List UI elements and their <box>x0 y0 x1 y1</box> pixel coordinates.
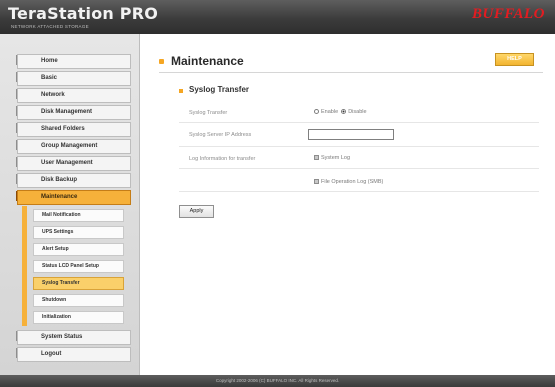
syslog-server-ip-input[interactable] <box>308 129 394 140</box>
log-info-label: Log Information for transfer <box>189 156 256 162</box>
disable-radio-label: Disable <box>348 109 367 115</box>
sidebar-item-shared-folders[interactable]: Shared Folders <box>17 122 131 137</box>
file-operation-log-label: File Operation Log (SMB) <box>321 179 384 185</box>
sidebar-subitem-ups-settings[interactable]: UPS Settings <box>33 226 124 239</box>
sidebar-item-user-management[interactable]: User Management <box>17 156 131 171</box>
sidebar-item-logout[interactable]: Logout <box>17 347 131 362</box>
sidebar: Home Basic Network Disk Management Share… <box>0 34 140 375</box>
main-content: Maintenance HELP Syslog Transfer Syslog … <box>141 34 555 375</box>
sidebar-item-group-management[interactable]: Group Management <box>17 139 131 154</box>
row-divider <box>179 168 539 169</box>
sidebar-item-maintenance[interactable]: Maintenance <box>17 190 131 205</box>
system-log-option: System Log <box>314 155 350 161</box>
vendor-logo: BUFFALO <box>472 6 545 22</box>
title-bullet-icon <box>159 59 164 64</box>
disable-radio[interactable] <box>341 109 347 114</box>
row-divider <box>179 122 539 123</box>
row-divider <box>179 191 539 192</box>
sidebar-subitem-alert-setup[interactable]: Alert Setup <box>33 243 124 256</box>
submenu-rail <box>22 206 27 326</box>
help-button[interactable]: HELP <box>495 53 534 66</box>
sidebar-subitem-syslog-transfer[interactable]: Syslog Transfer <box>33 277 124 290</box>
brand-subtitle: NETWORK ATTACHED STORAGE <box>11 24 89 29</box>
sidebar-subitem-initialization[interactable]: Initialization <box>33 311 124 324</box>
brand-logo: TeraStation PRO <box>8 4 159 23</box>
footer: Copyright 2002-2006 (C) BUFFALO INC. All… <box>0 375 555 387</box>
section-bullet-icon <box>179 89 183 93</box>
row-divider <box>179 146 539 147</box>
syslog-transfer-label: Syslog Transfer <box>189 110 228 116</box>
system-log-label: System Log <box>321 155 351 161</box>
server-ip-label: Syslog Server IP Address <box>189 132 252 138</box>
sidebar-subitem-shutdown[interactable]: Shutdown <box>33 294 124 307</box>
enable-radio[interactable] <box>314 109 319 114</box>
sidebar-subitem-status-lcd-panel-setup[interactable]: Status LCD Panel Setup <box>33 260 124 273</box>
sidebar-item-home[interactable]: Home <box>17 54 131 69</box>
sidebar-item-disk-management[interactable]: Disk Management <box>17 105 131 120</box>
title-divider <box>159 72 543 73</box>
sidebar-item-basic[interactable]: Basic <box>17 71 131 86</box>
page-title: Maintenance <box>171 54 244 68</box>
header-bar: TeraStation PRO NETWORK ATTACHED STORAGE… <box>0 0 555 34</box>
file-operation-log-checkbox[interactable] <box>314 179 319 184</box>
sidebar-item-disk-backup[interactable]: Disk Backup <box>17 173 131 188</box>
syslog-transfer-options: Enable Disable <box>314 109 367 115</box>
sidebar-item-system-status[interactable]: System Status <box>17 330 131 345</box>
section-title: Syslog Transfer <box>189 85 250 94</box>
enable-radio-label: Enable <box>321 109 339 115</box>
sidebar-subitem-mail-notification[interactable]: Mail Notification <box>33 209 124 222</box>
apply-button[interactable]: Apply <box>179 205 214 218</box>
sidebar-item-network[interactable]: Network <box>17 88 131 103</box>
system-log-checkbox[interactable] <box>314 155 319 160</box>
file-operation-log-option: File Operation Log (SMB) <box>314 179 383 185</box>
